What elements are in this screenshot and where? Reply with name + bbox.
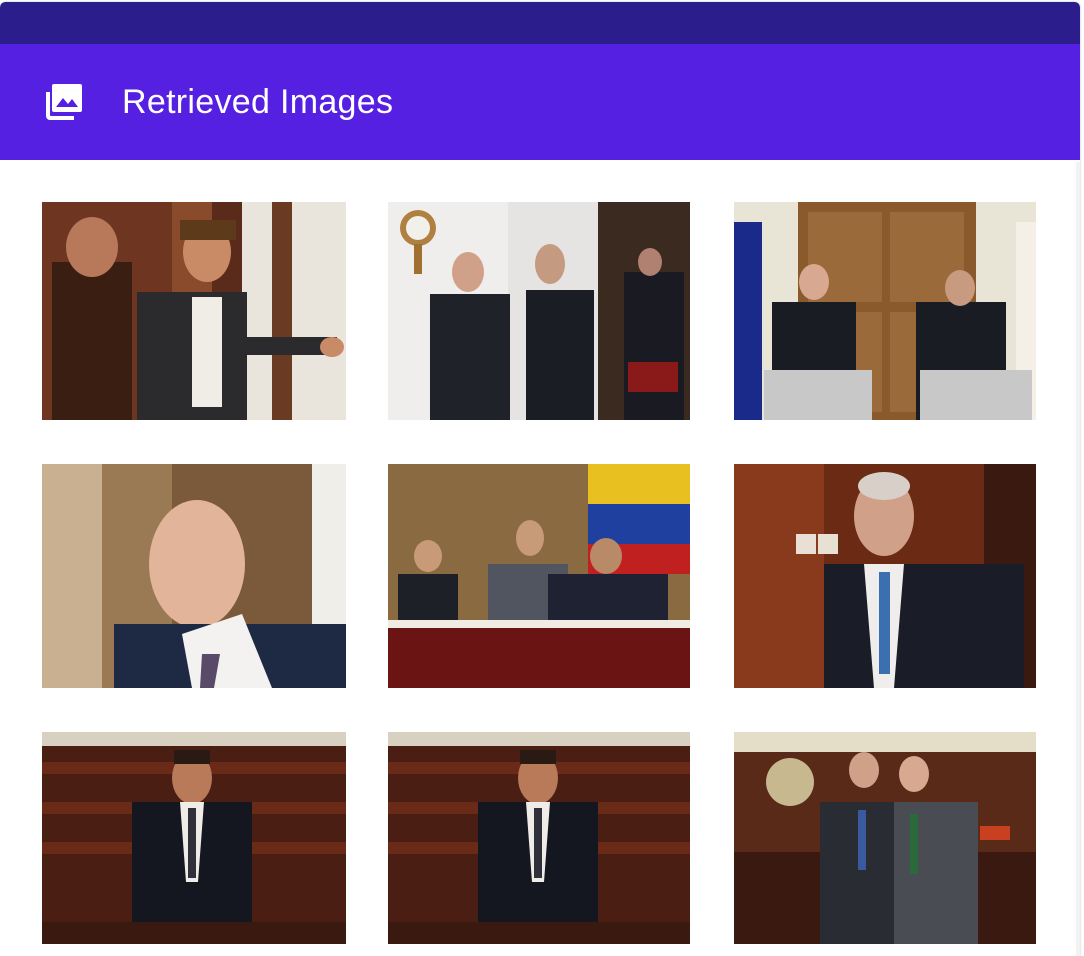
image-6[interactable] [734, 464, 1036, 688]
image-3-photo [734, 202, 1036, 420]
scrollbar-track[interactable] [1076, 162, 1080, 956]
image-9-photo [734, 732, 1036, 944]
image-7[interactable] [42, 732, 346, 944]
panel-title: Retrieved Images [122, 83, 394, 121]
image-2-photo [388, 202, 690, 420]
image-6-photo [734, 464, 1036, 688]
photo-library-icon [44, 82, 84, 122]
retrieved-images-panel: Retrieved Images [0, 2, 1080, 956]
image-8-photo [388, 732, 690, 944]
image-4-photo [42, 464, 346, 688]
top-strip [0, 2, 1080, 44]
image-4[interactable] [42, 464, 346, 688]
image-5[interactable] [388, 464, 690, 688]
image-8[interactable] [388, 732, 690, 944]
panel-header: Retrieved Images [0, 44, 1080, 160]
image-1[interactable] [42, 202, 346, 420]
image-5-photo [388, 464, 690, 688]
image-2[interactable] [388, 202, 690, 420]
image-1-photo [42, 202, 346, 420]
image-7-photo [42, 732, 346, 944]
image-9[interactable] [734, 732, 1036, 944]
image-3[interactable] [734, 202, 1036, 420]
